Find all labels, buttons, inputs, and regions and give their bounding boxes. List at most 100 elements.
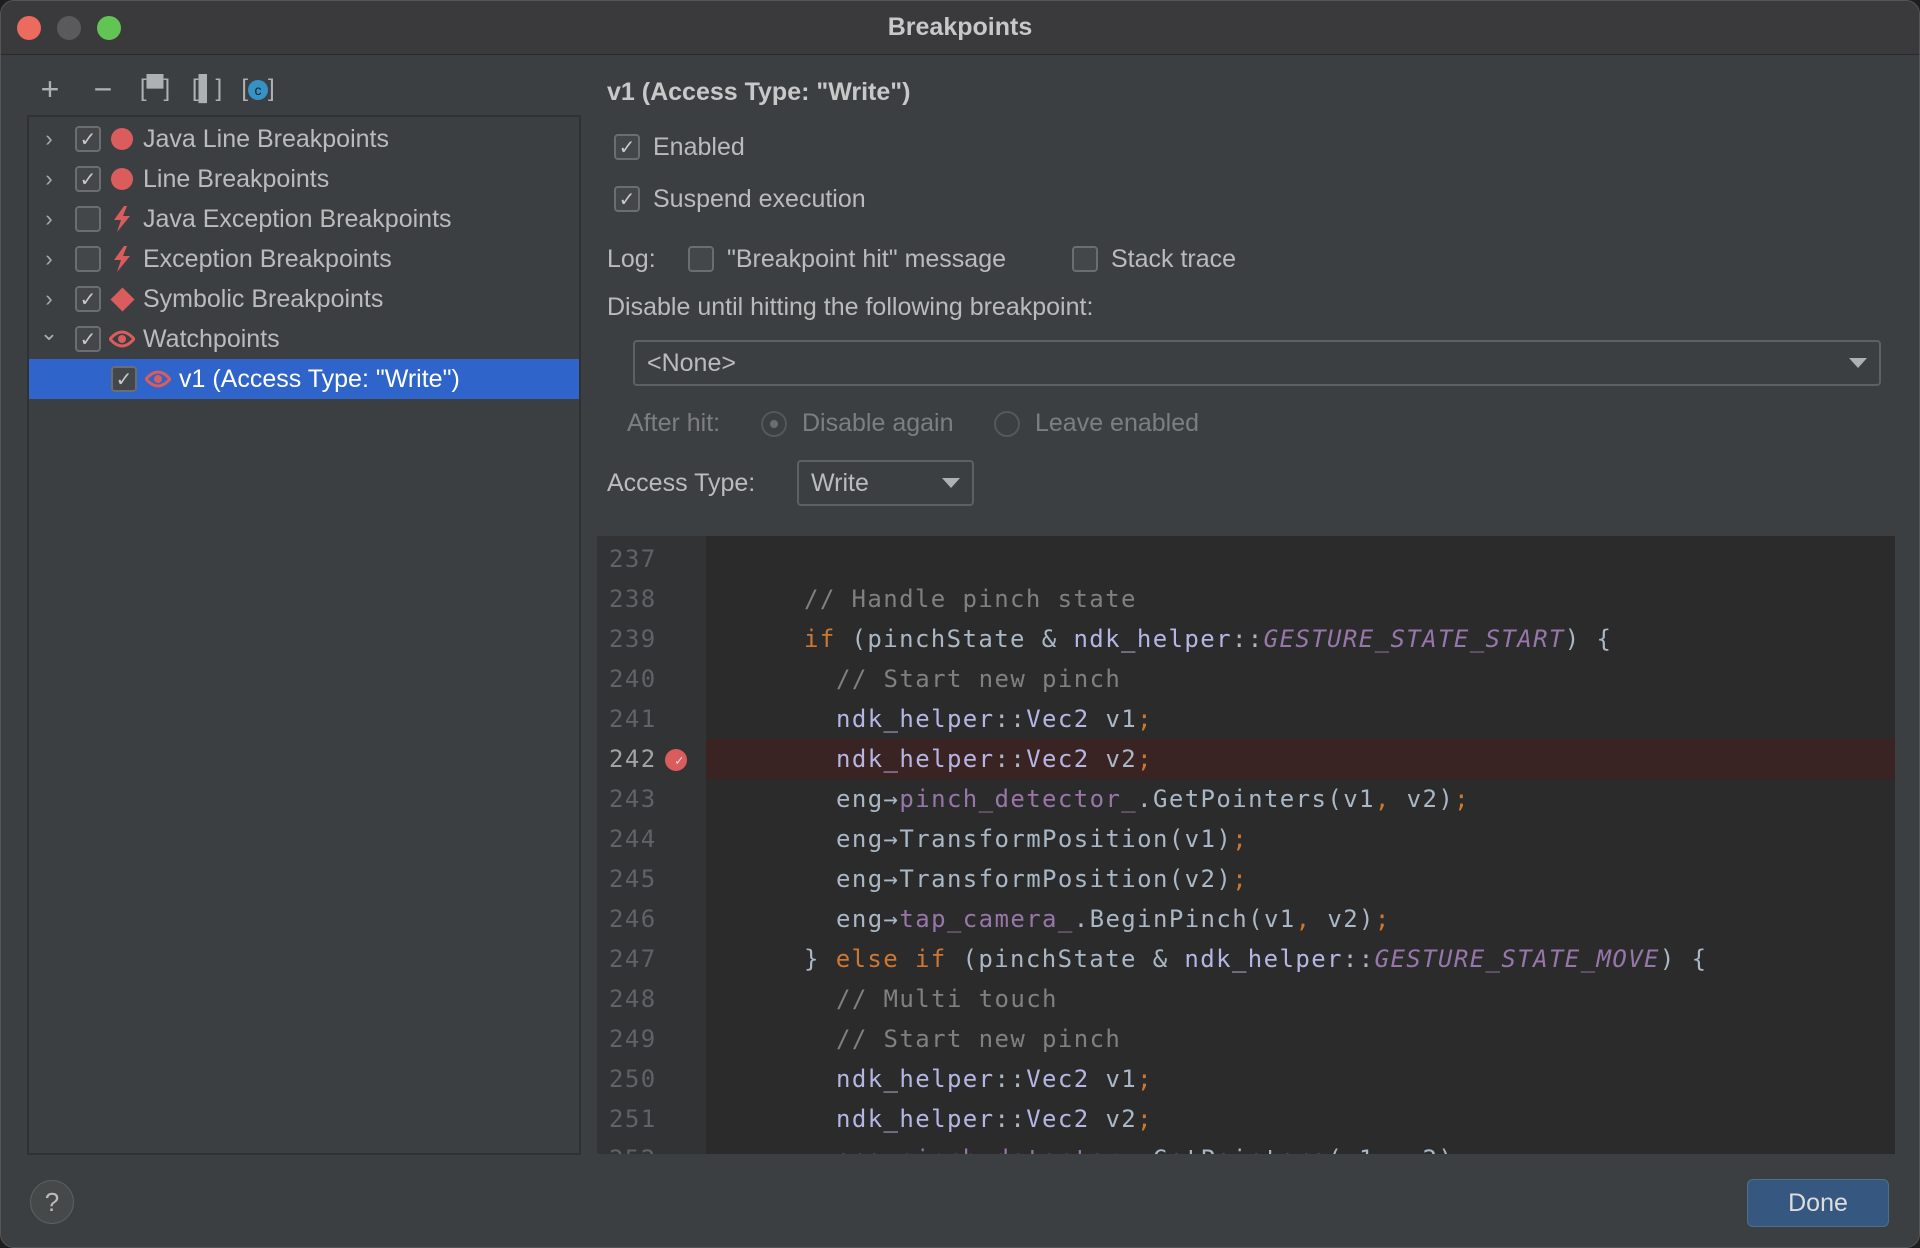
stack-trace-checkbox[interactable] [1072,246,1098,272]
code-token: :: [1231,625,1264,653]
line-number: 246 [609,905,657,933]
line-number: 244 [609,825,657,853]
access-type-select[interactable]: Write [797,460,974,506]
tree-item-checkbox[interactable]: ✓ [75,326,101,352]
disable-again-radio[interactable] [761,411,787,437]
chevron-down-icon [1849,358,1867,368]
after-hit-label: After hit: [627,409,721,437]
tree-item[interactable]: › Exception Breakpoints [29,239,579,279]
log-label: Log: [607,245,656,273]
help-button[interactable]: ? [30,1180,74,1224]
code-token: GESTURE_STATE_MOVE [1374,945,1660,973]
details-heading: v1 (Access Type: "Write") [607,78,911,106]
code-token: v2) [1391,1145,1454,1154]
tree-item[interactable]: › ✓ Symbolic Breakpoints [29,279,579,319]
code-line: 246 eng→tap_camera_.BeginPinch(v1, v2); [597,899,1895,939]
breakpoints-dialog: Breakpoints + − [▀] [▌] [c] › ✓ Java Line … [0,0,1920,1248]
tree-item-checkbox[interactable]: ✓ [75,166,101,192]
red-dot-icon [109,166,135,192]
tree-item-checkbox[interactable]: ✓ [75,126,101,152]
code-token: ; [1454,1145,1470,1154]
line-number: 241 [609,705,657,733]
tree-item-checkbox[interactable] [75,246,101,272]
tree-item-checkbox[interactable] [75,206,101,232]
code-token: pinch_detector_ [899,785,1138,813]
add-icon[interactable]: + [33,73,67,105]
enabled-checkbox[interactable]: ✓ [614,134,640,160]
code-token: // Multi touch [836,985,1058,1013]
tree-item-checkbox[interactable]: ✓ [111,366,137,392]
code-token: tap_camera_ [899,905,1074,933]
code-text: ndk_helper::Vec2 v1; [706,1059,1895,1099]
chevron-right-icon[interactable]: › [39,246,59,272]
group-by-class-icon[interactable]: [c] [241,73,275,105]
lightning-icon [109,246,135,272]
tree-item-checkbox[interactable]: ✓ [75,286,101,312]
code-token: ; [1137,745,1154,773]
done-button[interactable]: Done [1747,1179,1889,1227]
code-text: eng→pinch_detector_.GetPointers(v1, v2); [706,1139,1895,1154]
log-message-label: "Breakpoint hit" message [727,245,1007,273]
disable-until-select[interactable]: <None> [633,340,1881,386]
title-bar: Breakpoints [1,1,1919,55]
diamond-icon [109,286,135,312]
code-token: .BeginPinch(v1 [1073,905,1296,933]
code-token: Vec2 [1026,1065,1090,1093]
line-number: 247 [609,945,657,973]
code-text: eng→tap_camera_.BeginPinch(v1, v2); [706,899,1895,939]
code-token: :: [994,745,1027,773]
code-token: GESTURE_STATE_START [1263,625,1565,653]
code-token: eng→ [836,1145,899,1154]
code-line: 243 eng→pinch_detector_.GetPointers(v1, v… [597,779,1895,819]
code-token: (pinchState & [946,945,1185,973]
window-title: Breakpoints [887,13,1033,41]
leave-enabled-radio[interactable] [994,411,1020,437]
code-token: ; [1374,905,1391,933]
tree-item[interactable]: › ✓ Java Line Breakpoints [29,119,579,159]
code-text: ndk_helper::Vec2 v1; [706,699,1895,739]
code-token: ) { [1564,625,1613,653]
disable-until-value: <None> [647,348,736,377]
chevron-right-icon[interactable]: › [39,166,59,192]
tree-item[interactable]: › Java Exception Breakpoints [29,199,579,239]
tree-item[interactable]: › ✓ Line Breakpoints [29,159,579,199]
line-number: 239 [609,625,657,653]
code-token: ; [1232,865,1249,893]
breakpoint-tree[interactable]: › ✓ Java Line Breakpoints › ✓ Line Breakpoint… [27,115,581,1155]
tree-item-selected[interactable]: ✓ v1 (Access Type: "Write") [29,359,579,399]
code-token: Vec2 [1026,705,1090,733]
code-token: } [804,945,836,973]
chevron-right-icon[interactable]: › [39,206,59,232]
code-line: 252 eng→pinch_detector_.GetPointers(v1, v… [597,1139,1895,1154]
code-token: , [1295,905,1312,933]
tree-item-label: v1 (Access Type: "Write") [179,364,460,393]
remove-icon[interactable]: − [86,73,120,105]
group-by-file-icon[interactable]: [▌] [190,73,224,105]
code-token: ndk_helper [1073,625,1232,653]
code-text: if (pinchState & ndk_helper::GESTURE_STA… [706,619,1895,659]
tree-item-label: Java Line Breakpoints [143,124,389,153]
tree-item-label: Java Exception Breakpoints [143,204,452,233]
code-token: eng→ [836,905,900,933]
group-by-package-icon[interactable]: [▀] [138,73,172,105]
chevron-down-icon[interactable]: ⌄ [39,320,59,346]
log-message-checkbox[interactable] [688,246,714,272]
tree-item-label: Watchpoints [143,324,280,353]
eye-icon [109,326,135,352]
code-line: 242 ✓ ndk_helper::Vec2 v2; [597,739,1895,779]
diamond-shape [109,286,135,312]
line-number: 245 [609,865,657,893]
code-token: v2 [1089,1105,1138,1133]
chevron-right-icon[interactable]: › [39,286,59,312]
code-line: 245 eng→TransformPosition(v2); [597,859,1895,899]
code-token: ; [1137,1105,1154,1133]
line-number: 240 [609,665,657,693]
code-token: :: [994,1105,1027,1133]
chevron-right-icon[interactable]: › [39,126,59,152]
code-token: ndk_helper [836,1065,995,1093]
tree-item[interactable]: ⌄ ✓ Watchpoints [29,319,579,359]
line-number: 238 [609,585,657,613]
breakpoint-icon[interactable]: ✓ [665,749,687,771]
suspend-checkbox[interactable]: ✓ [614,186,640,212]
code-token: (pinchState & [835,625,1074,653]
